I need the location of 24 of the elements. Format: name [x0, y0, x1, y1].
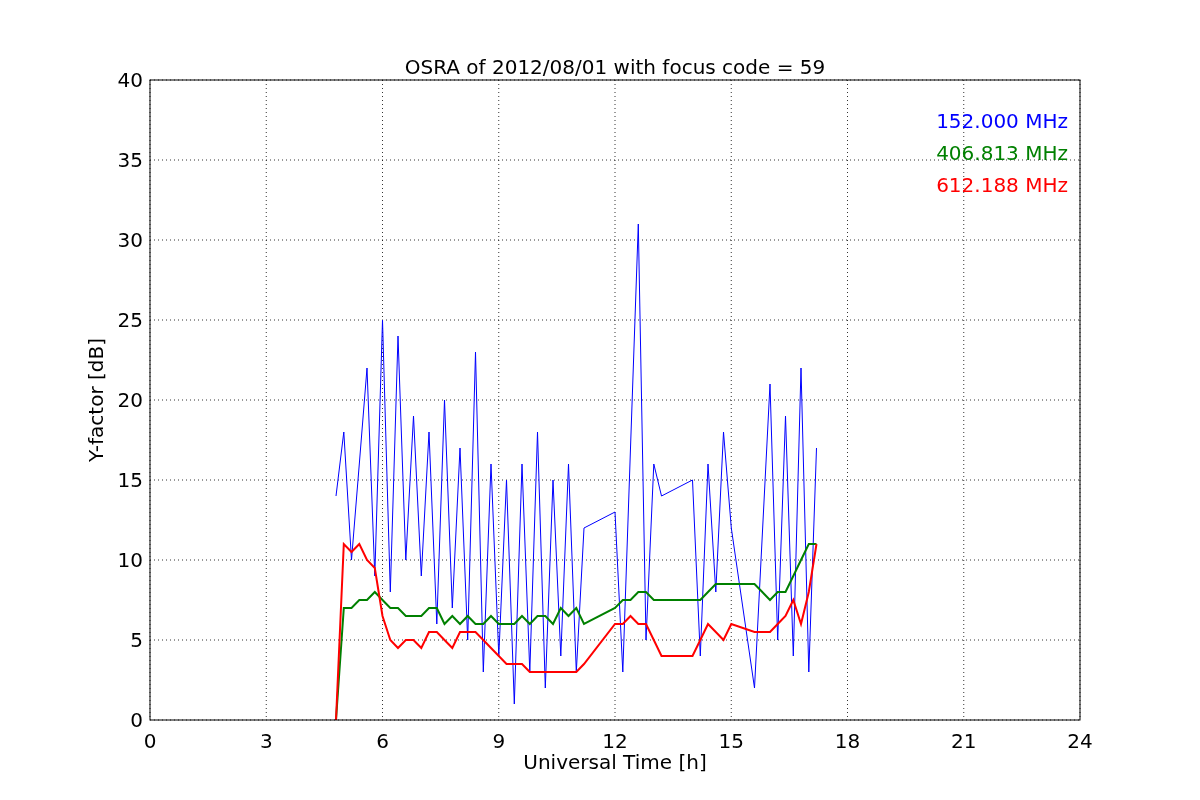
y-tick-label: 5	[130, 628, 143, 652]
x-tick-label: 24	[1067, 729, 1093, 753]
x-tick-label: 9	[492, 729, 506, 753]
x-axis-label: Universal Time [h]	[523, 750, 707, 774]
y-tick-label: 35	[117, 148, 143, 172]
legend-label: 406.813 MHz	[936, 141, 1068, 165]
x-tick-label: 3	[259, 729, 273, 753]
x-tick-label: 6	[376, 729, 389, 753]
x-tick-label: 15	[718, 729, 744, 753]
x-tick-label: 0	[143, 729, 157, 753]
y-tick-label: 0	[130, 708, 143, 732]
y-axis-label: Y-factor [dB]	[84, 338, 108, 462]
y-tick-label: 10	[117, 548, 143, 572]
legend-label: 152.000 MHz	[936, 109, 1068, 133]
y-tick-label: 30	[117, 228, 143, 252]
y-tick-label: 40	[117, 68, 143, 92]
x-tick-label: 21	[951, 729, 977, 753]
y-tick-label: 15	[117, 468, 143, 492]
y-tick-label: 25	[117, 308, 143, 332]
chart-title: OSRA of 2012/08/01 with focus code = 59	[404, 55, 826, 79]
x-tick-label: 12	[602, 729, 628, 753]
legend-label: 612.188 MHz	[936, 173, 1068, 197]
y-tick-label: 20	[117, 388, 143, 412]
x-tick-label: 18	[834, 729, 861, 753]
